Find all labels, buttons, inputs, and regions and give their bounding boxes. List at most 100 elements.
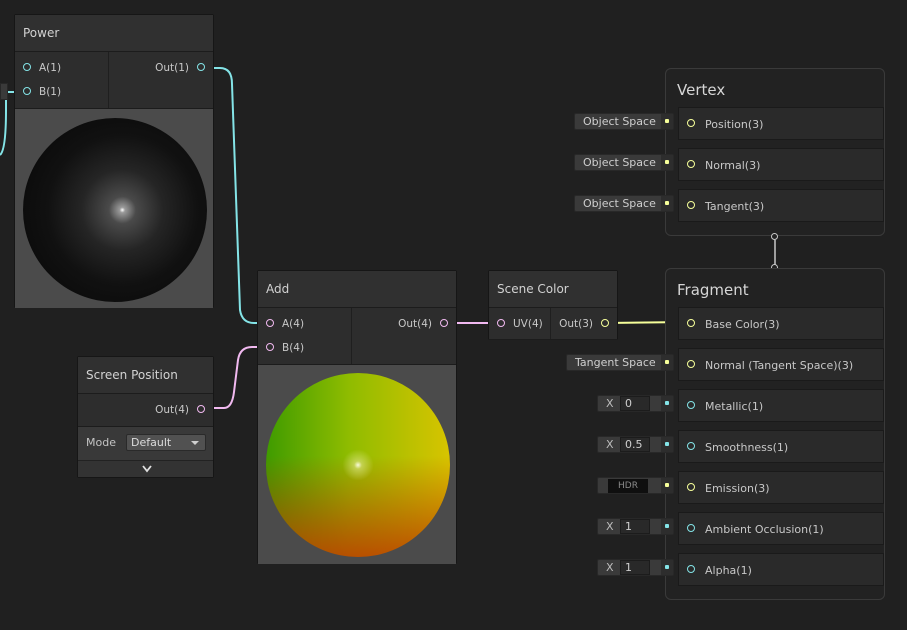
stub-port xyxy=(665,160,669,164)
stub-edge xyxy=(661,114,673,129)
vertex-slot-tangent[interactable]: Tangent(3) xyxy=(678,189,884,222)
ambient-occlusion-value-field[interactable]: 1 xyxy=(620,519,650,534)
power-input-a[interactable]: A(1) xyxy=(15,56,108,80)
port-dot[interactable] xyxy=(601,319,609,327)
power-node[interactable]: Power A(1) B(1) Out(1) xyxy=(14,14,214,308)
fragment-slot-smoothness[interactable]: Smoothness(1) xyxy=(678,430,884,463)
port-dot[interactable] xyxy=(687,360,695,368)
add-output[interactable]: Out(4) xyxy=(352,312,456,336)
power-output[interactable]: Out(1) xyxy=(109,56,213,80)
port-dot[interactable] xyxy=(266,319,274,327)
screen-position-outputs: Out(4) xyxy=(78,394,213,427)
metallic-value-field[interactable]: 0 xyxy=(620,396,650,411)
port-dot[interactable] xyxy=(687,119,695,127)
port-dot[interactable] xyxy=(266,343,274,351)
port-dot[interactable] xyxy=(23,63,31,71)
block-connector-top xyxy=(771,233,778,240)
alpha-value-field[interactable]: 1 xyxy=(620,560,650,575)
scene-color-node-title: Scene Color xyxy=(489,271,617,308)
stub-edge xyxy=(661,437,673,452)
screen-position-output-label: Out(4) xyxy=(155,404,189,416)
fragment-slot-metallic[interactable]: Metallic(1) xyxy=(678,389,884,422)
axis-label: X xyxy=(606,438,614,451)
fragment-slot-label: Ambient Occlusion(1) xyxy=(705,523,824,536)
wire-offscreen-left xyxy=(0,92,7,156)
port-dot[interactable] xyxy=(687,319,695,327)
mode-dropdown[interactable]: Default xyxy=(126,434,206,451)
add-outputs: Out(4) xyxy=(352,308,456,364)
add-input-a-label: A(4) xyxy=(282,318,305,330)
space-label: Object Space xyxy=(583,156,656,169)
port-dot[interactable] xyxy=(687,401,695,409)
power-inputs: A(1) B(1) xyxy=(15,52,109,108)
screen-position-node-title: Screen Position xyxy=(78,357,213,394)
power-ports: A(1) B(1) Out(1) xyxy=(15,52,213,109)
vertex-block[interactable]: Vertex Position(3) Normal(3) Tangent(3) xyxy=(665,68,885,236)
power-preview-sphere xyxy=(23,118,207,302)
expand-toggle[interactable] xyxy=(78,461,213,477)
dropdown-arrow-icon xyxy=(191,441,199,445)
metallic-value-stub[interactable]: X 0 xyxy=(597,395,674,412)
port-dot[interactable] xyxy=(440,319,448,327)
screen-position-node[interactable]: Screen Position Out(4) Mode Default xyxy=(77,356,214,478)
port-dot[interactable] xyxy=(687,201,695,209)
port-dot[interactable] xyxy=(497,319,505,327)
power-outputs: Out(1) xyxy=(109,52,213,108)
smoothness-value-stub[interactable]: X 0.5 xyxy=(597,436,674,453)
vertex-slot-label: Normal(3) xyxy=(705,159,761,172)
stub-edge xyxy=(661,478,673,493)
vertex-slot-normal[interactable]: Normal(3) xyxy=(678,148,884,181)
screen-position-output[interactable]: Out(4) xyxy=(78,398,213,422)
power-node-title: Power xyxy=(15,15,213,52)
space-label: Object Space xyxy=(583,197,656,210)
port-dot[interactable] xyxy=(687,565,695,573)
fragment-slot-label: Emission(3) xyxy=(705,482,770,495)
vertex-tangent-space-stub[interactable]: Object Space xyxy=(574,195,674,212)
scene-color-input-uv[interactable]: UV(4) xyxy=(489,312,550,336)
scene-color-node[interactable]: Scene Color UV(4) Out(3) xyxy=(488,270,618,340)
scene-color-output[interactable]: Out(3) xyxy=(551,312,617,336)
vertex-slot-position[interactable]: Position(3) xyxy=(678,107,884,140)
port-dot[interactable] xyxy=(687,160,695,168)
stub-port xyxy=(665,119,669,123)
stub-edge xyxy=(661,519,673,534)
add-input-a[interactable]: A(4) xyxy=(258,312,351,336)
add-input-b-label: B(4) xyxy=(282,342,305,354)
ambient-occlusion-value-stub[interactable]: X 1 xyxy=(597,518,674,535)
hdr-color-swatch[interactable]: HDR xyxy=(608,479,648,493)
fragment-block[interactable]: Fragment Base Color(3) Normal (Tangent S… xyxy=(665,268,885,600)
add-node[interactable]: Add A(4) B(4) Out(4) xyxy=(257,270,457,564)
add-input-b[interactable]: B(4) xyxy=(258,336,351,360)
stub-edge xyxy=(661,155,673,170)
port-dot[interactable] xyxy=(197,405,205,413)
port-dot[interactable] xyxy=(197,63,205,71)
port-dot[interactable] xyxy=(687,483,695,491)
vertex-slot-label: Position(3) xyxy=(705,118,764,131)
power-input-a-label: A(1) xyxy=(39,62,62,74)
power-input-b[interactable]: B(1) xyxy=(15,80,108,104)
chevron-down-icon xyxy=(142,465,152,473)
offscreen-input-stub xyxy=(0,83,8,100)
add-inputs: A(4) B(4) xyxy=(258,308,352,364)
alpha-value-stub[interactable]: X 1 xyxy=(597,559,674,576)
space-label: Tangent Space xyxy=(575,356,656,369)
fragment-slot-alpha[interactable]: Alpha(1) xyxy=(678,553,884,586)
scene-color-ports: UV(4) Out(3) xyxy=(489,308,617,340)
fragment-slot-label: Metallic(1) xyxy=(705,400,764,413)
port-dot[interactable] xyxy=(687,442,695,450)
scene-color-input-label: UV(4) xyxy=(513,318,543,330)
smoothness-value-field[interactable]: 0.5 xyxy=(620,437,650,452)
port-dot[interactable] xyxy=(687,524,695,532)
port-dot[interactable] xyxy=(23,87,31,95)
fragment-slot-normal[interactable]: Normal (Tangent Space)(3) xyxy=(678,348,884,381)
scene-color-output-label: Out(3) xyxy=(559,318,593,330)
fragment-normal-space-stub[interactable]: Tangent Space xyxy=(566,354,674,371)
stub-port xyxy=(665,360,669,364)
fragment-slot-ambient-occlusion[interactable]: Ambient Occlusion(1) xyxy=(678,512,884,545)
vertex-normal-space-stub[interactable]: Object Space xyxy=(574,154,674,171)
fragment-slot-emission[interactable]: Emission(3) xyxy=(678,471,884,504)
fragment-slot-base-color[interactable]: Base Color(3) xyxy=(678,307,884,340)
vertex-position-space-stub[interactable]: Object Space xyxy=(574,113,674,130)
add-node-title: Add xyxy=(258,271,456,308)
emission-color-stub[interactable]: HDR xyxy=(597,477,674,494)
